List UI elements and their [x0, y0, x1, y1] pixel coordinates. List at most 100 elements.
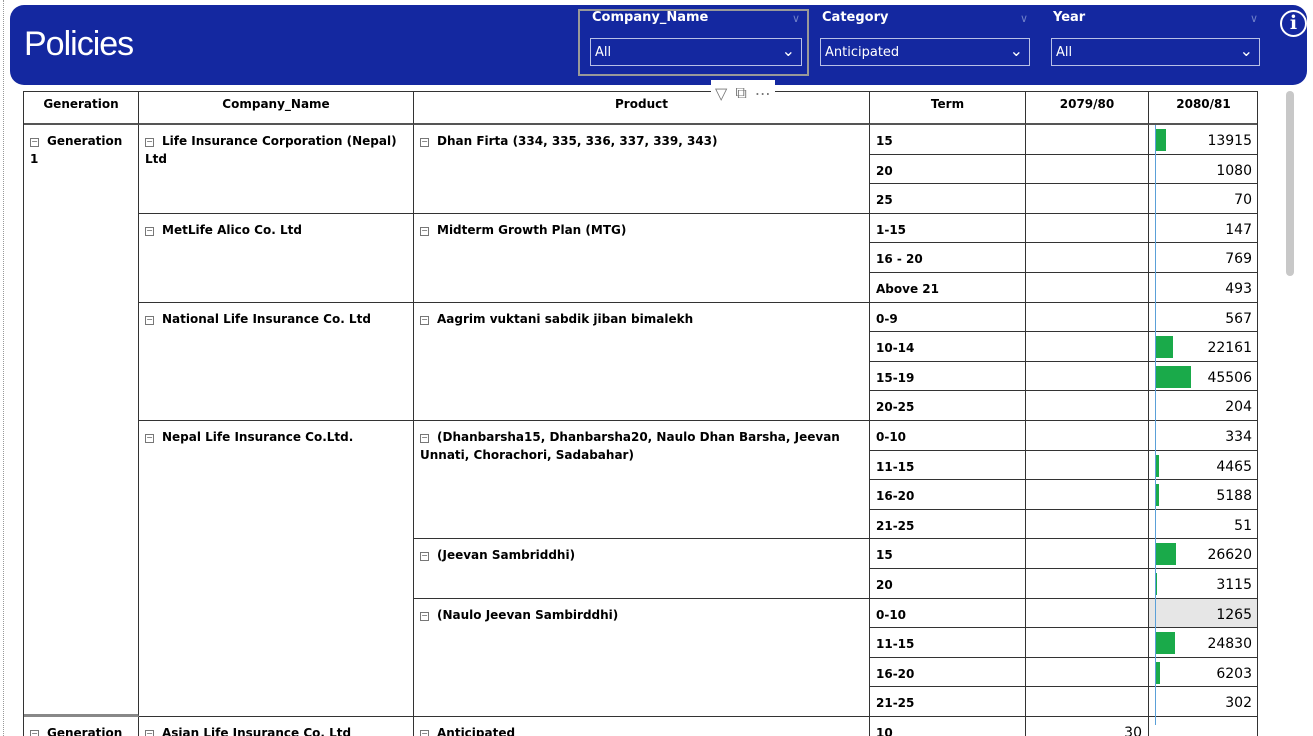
term-cell: 10-14	[870, 332, 1026, 362]
value-cell-2079-80	[1026, 243, 1149, 273]
value-cell-2080-81	[1149, 717, 1257, 736]
value-cell-2079-80	[1026, 450, 1149, 481]
value-cell-2079-80	[1026, 657, 1149, 688]
slicer-dropdown[interactable]: All ⌄	[1051, 38, 1260, 66]
company-cell: − Life Insurance Corporation (Nepal) Ltd	[139, 125, 414, 214]
column-header[interactable]: 2079/80	[1026, 91, 1149, 125]
value-cell-2079-80	[1026, 509, 1149, 540]
value-cell-2080-81: 3115	[1149, 569, 1257, 599]
bar-axis-line	[1155, 125, 1156, 725]
value-cell-2079-80	[1026, 125, 1149, 155]
value-text: 493	[1225, 281, 1252, 297]
collapse-icon[interactable]: −	[30, 138, 39, 147]
product-cell: − Anticipated	[414, 717, 870, 736]
slicer-year[interactable]: Year ∨ All ⌄	[1051, 10, 1260, 66]
collapse-icon[interactable]: −	[420, 552, 429, 562]
value-text: 26620	[1207, 547, 1252, 564]
term-cell: 16 - 20	[870, 243, 1026, 273]
info-icon[interactable]: i	[1280, 10, 1307, 37]
term-cell: 0-10	[870, 421, 1026, 451]
slicer-dropdown[interactable]: Anticipated ⌄	[820, 38, 1030, 66]
value-cell-2080-81: 22161	[1149, 332, 1257, 362]
vertical-scrollbar[interactable]	[1286, 91, 1294, 276]
value-cell-2079-80	[1026, 273, 1149, 303]
value-cell-2079-80	[1026, 569, 1149, 599]
chevron-down-icon: ⌄	[1009, 41, 1023, 60]
column-header[interactable]: 2080/81	[1149, 91, 1257, 125]
collapse-icon[interactable]: −	[145, 315, 154, 325]
filter-icon[interactable]: ▽	[715, 84, 727, 103]
collapse-icon[interactable]: −	[420, 434, 429, 443]
value-cell-2080-81: 5188	[1149, 480, 1257, 510]
company-name: Life Insurance Corporation (Nepal) Ltd	[145, 134, 397, 166]
column-header[interactable]: Term	[870, 91, 1026, 125]
page-border	[3, 0, 4, 736]
term-cell: 0-10	[870, 598, 1026, 629]
product-name: Dhan Firta (334, 335, 336, 337, 339, 343…	[437, 134, 718, 148]
slicer-label: Year	[1053, 10, 1086, 25]
value-cell-2079-80: 30	[1026, 717, 1149, 736]
value-cell-2080-81: 769	[1149, 243, 1257, 273]
collapse-icon[interactable]: −	[420, 226, 429, 236]
data-bar	[1155, 336, 1173, 359]
value-cell-2079-80	[1026, 539, 1149, 569]
collapse-icon[interactable]: −	[420, 138, 429, 147]
value-text: 334	[1225, 429, 1252, 445]
value-cell-2079-80	[1026, 361, 1149, 392]
term-cell: 11-15	[870, 450, 1026, 481]
product-cell: − Aagrim vuktani sabdik jiban bimalekh	[414, 302, 870, 421]
value-text: 1080	[1216, 162, 1252, 179]
value-cell-2080-81: 51	[1149, 510, 1257, 540]
generation-cell: − Generation 2	[24, 717, 139, 736]
data-bar	[1155, 632, 1175, 655]
collapse-icon[interactable]: −	[420, 730, 429, 736]
product-name: Anticipated	[437, 726, 516, 736]
value-text: 5188	[1216, 488, 1252, 505]
selected-visual-frame	[578, 9, 809, 76]
slicer-category[interactable]: Category ∨ Anticipated ⌄	[820, 10, 1030, 66]
collapse-icon[interactable]: −	[420, 611, 429, 621]
slicer-value: Anticipated	[825, 45, 900, 60]
collapse-icon[interactable]: −	[145, 434, 154, 443]
value-cell-2080-81: 147	[1149, 214, 1257, 244]
value-cell-2079-80	[1026, 687, 1149, 717]
value-cell-2079-80	[1026, 421, 1149, 451]
value-text: 22161	[1207, 340, 1252, 357]
value-text: 1265	[1216, 606, 1252, 623]
chevron-down-icon[interactable]: ∨	[1020, 12, 1028, 25]
value-cell-2080-81: 24830	[1149, 628, 1257, 658]
product-cell: − (Naulo Jeevan Sambirddhi)	[414, 598, 870, 717]
value-text: 769	[1225, 251, 1252, 268]
company-cell: − National Life Insurance Co. Ltd	[139, 302, 414, 421]
product-name: Midterm Growth Plan (MTG)	[437, 222, 627, 237]
product-cell: − Dhan Firta (334, 335, 336, 337, 339, 34…	[414, 125, 870, 214]
collapse-icon[interactable]: −	[30, 730, 39, 736]
data-bar	[1155, 543, 1177, 566]
chevron-down-icon[interactable]: ∨	[1250, 12, 1258, 25]
value-text: 70	[1234, 192, 1252, 209]
term-cell: 15	[870, 125, 1026, 155]
value-cell-2080-81: 334	[1149, 421, 1257, 451]
term-cell: 0-9	[870, 302, 1026, 333]
value-cell-2080-81: 70	[1149, 184, 1257, 214]
value-text: 13915	[1207, 133, 1252, 149]
matrix-table: Generation Company_Name Product Term 2079/80…	[23, 91, 1258, 736]
value-text: 3115	[1216, 577, 1252, 593]
generation-cell: − Generation 1	[24, 125, 139, 717]
value-cell-2080-81: 4465	[1149, 451, 1257, 481]
collapse-icon[interactable]: −	[145, 226, 154, 236]
column-header[interactable]: Company_Name	[139, 91, 414, 125]
value-text: 45506	[1207, 369, 1252, 386]
column-header[interactable]: Generation	[24, 91, 139, 125]
collapse-icon[interactable]: −	[145, 730, 154, 736]
collapse-icon[interactable]: −	[420, 315, 429, 325]
more-options-icon[interactable]: ⋯	[755, 84, 771, 103]
product-cell: − (Jeevan Sambriddhi)	[414, 539, 870, 599]
value-cell-2080-81: 1080	[1149, 155, 1257, 185]
focus-mode-icon[interactable]: ⧉	[735, 83, 746, 103]
page-title: Policies	[24, 25, 134, 63]
collapse-icon[interactable]: −	[145, 138, 154, 147]
term-cell: 16-20	[870, 480, 1026, 510]
term-cell: 16-20	[870, 657, 1026, 688]
column-header[interactable]: Product	[414, 91, 870, 125]
